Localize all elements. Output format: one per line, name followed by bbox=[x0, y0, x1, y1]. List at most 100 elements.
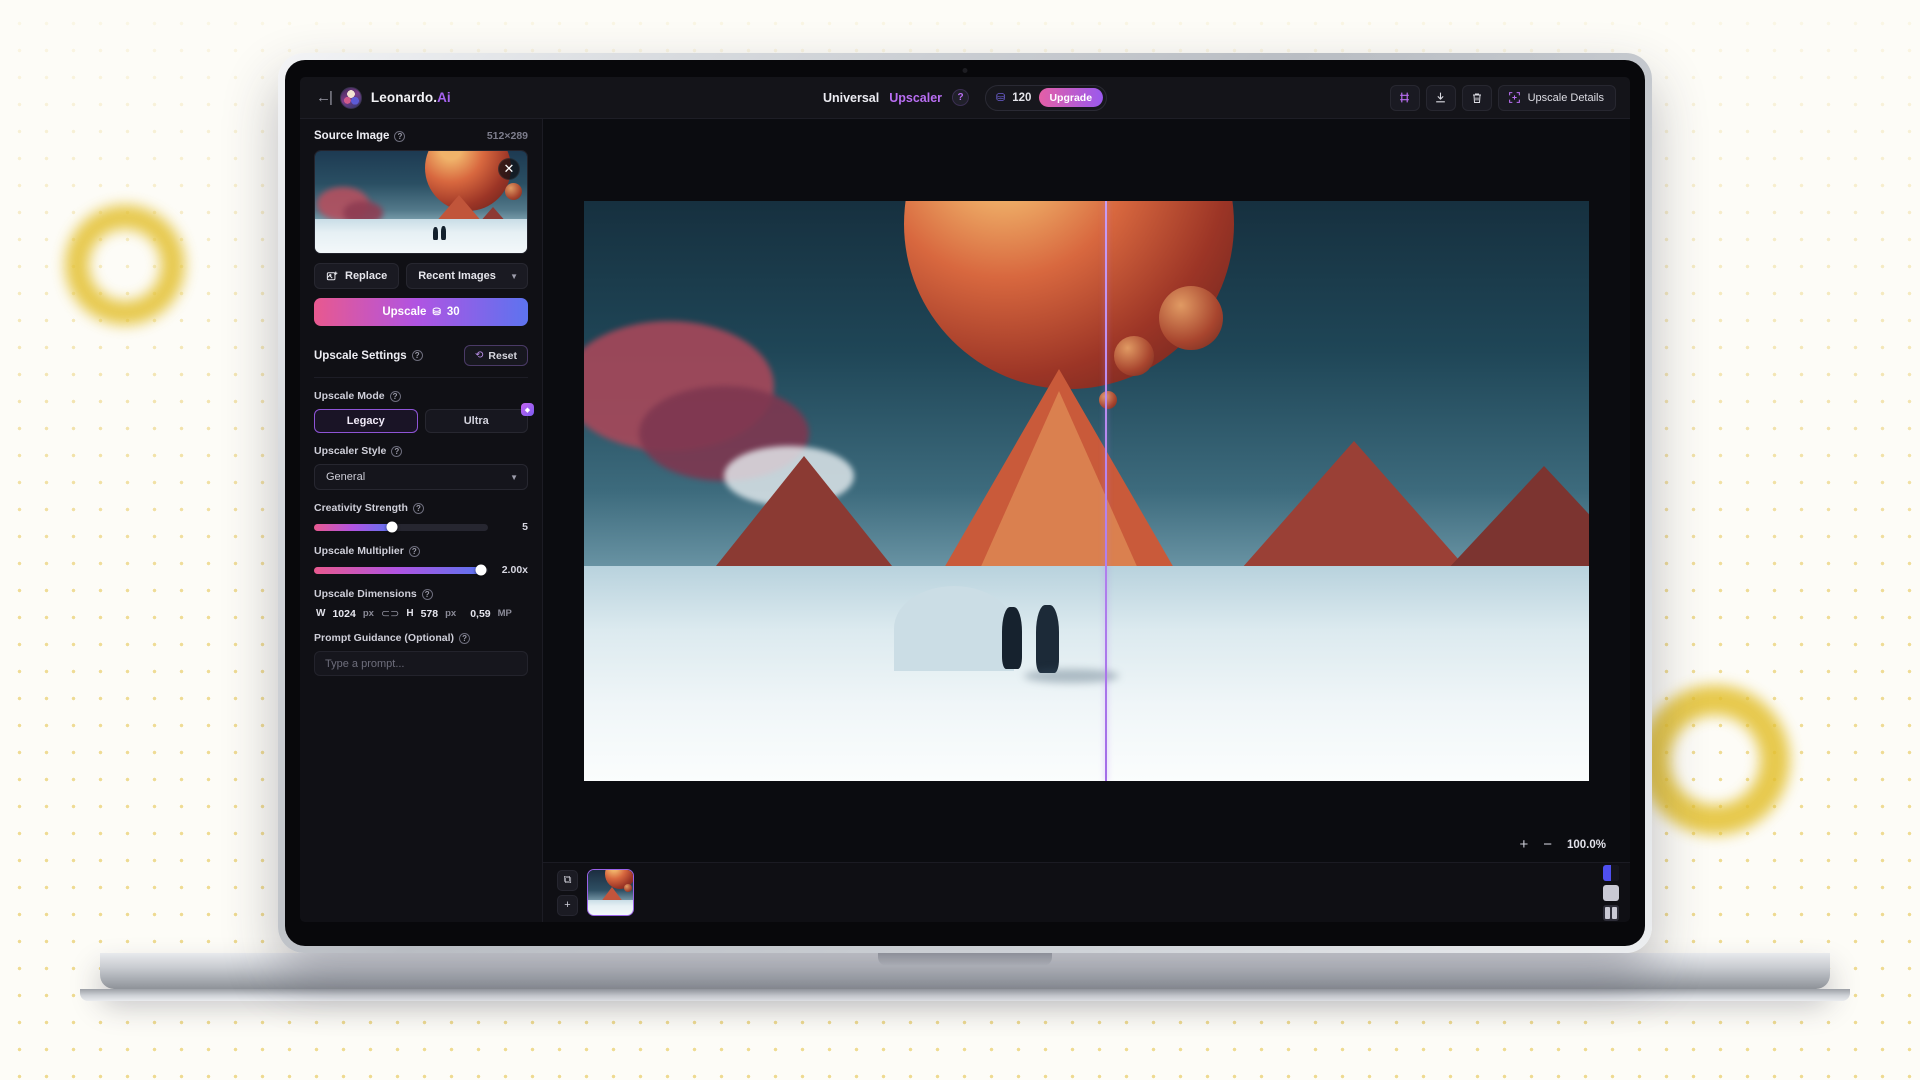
header-title-group: Universal Upscaler ? ⛁ 120 Upgrade bbox=[823, 84, 1108, 111]
page-title-accent: Upscaler bbox=[889, 90, 943, 105]
laptop-foot bbox=[80, 989, 1850, 1001]
upscale-dimensions-row: W 1024 px ⊂⊃ H 578 px 0,59 MP bbox=[314, 607, 528, 621]
coins-icon: ⛁ bbox=[432, 306, 441, 318]
source-image-thumbnail[interactable]: ✕ bbox=[314, 150, 528, 254]
megapixels-unit: MP bbox=[497, 608, 512, 619]
info-icon[interactable]: ? bbox=[421, 588, 433, 600]
zoom-out-button[interactable]: − bbox=[1543, 837, 1552, 852]
upscale-mode-field: Upscale Mode ? Legacy Ultra ◆ bbox=[314, 390, 534, 433]
source-image-title-group: Source Image ? bbox=[314, 130, 406, 142]
upscale-details-label: Upscale Details bbox=[1527, 91, 1604, 104]
close-icon[interactable]: ✕ bbox=[498, 158, 520, 180]
width-key: W bbox=[316, 608, 326, 619]
upscale-multiplier-label: Upscale Multiplier bbox=[314, 545, 404, 557]
chevron-down-icon: ▼ bbox=[510, 271, 518, 281]
replace-row: Replace Recent Images ▼ bbox=[314, 263, 528, 289]
back-arrow-icon[interactable]: ←| bbox=[316, 89, 333, 106]
upscale-settings-header: Upscale Settings ? ⟲ Reset bbox=[314, 345, 528, 366]
app-screen: ←| Leonardo.Ai Universal Upscaler ? ⛁ 12… bbox=[300, 77, 1630, 922]
height-value[interactable]: 578 bbox=[421, 608, 439, 620]
info-icon[interactable]: ? bbox=[389, 390, 401, 402]
source-image-title: Source Image bbox=[314, 130, 390, 142]
reset-icon: ⟲ bbox=[475, 350, 484, 361]
trash-icon[interactable] bbox=[1461, 84, 1492, 111]
view-grid-button[interactable] bbox=[1603, 904, 1619, 921]
upscaler-style-label-group: Upscaler Style ? bbox=[314, 445, 528, 457]
chevron-down-icon: ▼ bbox=[510, 472, 518, 482]
preview-artwork bbox=[584, 200, 1589, 781]
zoom-in-button[interactable]: + bbox=[1519, 837, 1528, 852]
recent-images-label: Recent Images bbox=[418, 270, 496, 282]
prompt-guidance-label-group: Prompt Guidance (Optional) ? bbox=[314, 632, 528, 644]
upscale-mode-ultra[interactable]: Ultra bbox=[424, 409, 528, 433]
prompt-input[interactable] bbox=[314, 651, 528, 676]
upscale-preview-image[interactable] bbox=[584, 200, 1589, 781]
flux-icon[interactable] bbox=[1389, 84, 1420, 111]
upscale-multiplier-slider[interactable] bbox=[314, 564, 488, 576]
canvas-area: + − 100.0% ⧉ + bbox=[543, 119, 1630, 922]
compare-tool-icon[interactable]: ⧉ bbox=[557, 869, 578, 891]
info-icon[interactable]: ? bbox=[411, 350, 423, 361]
upscale-mode-legacy[interactable]: Legacy bbox=[314, 409, 418, 433]
coins-icon: ⛁ bbox=[996, 92, 1006, 104]
upscale-mode-label-group: Upscale Mode ? bbox=[314, 390, 528, 402]
download-icon[interactable] bbox=[1425, 84, 1456, 111]
info-icon[interactable]: ? bbox=[412, 502, 424, 514]
laptop-bezel: ←| Leonardo.Ai Universal Upscaler ? ⛁ 12… bbox=[285, 60, 1645, 946]
view-mode-buttons bbox=[1603, 864, 1619, 921]
creativity-strength-label-group: Creativity Strength ? bbox=[314, 502, 528, 514]
brand-block[interactable]: ←| Leonardo.Ai bbox=[300, 86, 451, 109]
slider-handle[interactable] bbox=[475, 564, 487, 576]
replace-button[interactable]: Replace bbox=[314, 263, 400, 289]
upscaler-style-dropdown[interactable]: General ▼ bbox=[314, 464, 528, 490]
info-icon[interactable]: ? bbox=[459, 632, 471, 644]
image-plus-icon bbox=[326, 271, 338, 280]
view-single-button[interactable] bbox=[1603, 884, 1619, 901]
credit-count: 120 bbox=[1012, 91, 1032, 104]
info-icon[interactable]: ? bbox=[394, 130, 406, 142]
upscale-cost: 30 bbox=[446, 306, 460, 318]
link-icon[interactable]: ⊂⊃ bbox=[381, 607, 399, 620]
creativity-strength-slider-row: 5 bbox=[314, 521, 528, 533]
megapixels-value: 0,59 bbox=[470, 607, 491, 620]
width-value[interactable]: 1024 bbox=[332, 608, 355, 620]
zoom-controls: + − 100.0% bbox=[1519, 837, 1606, 852]
upscale-details-button[interactable]: Upscale Details bbox=[1497, 84, 1616, 111]
divider bbox=[314, 377, 528, 378]
info-icon[interactable]: ? bbox=[408, 545, 420, 557]
filmstrip-thumbnail[interactable] bbox=[587, 869, 634, 916]
upgrade-button[interactable]: Upgrade bbox=[1038, 88, 1104, 107]
brand-suffix: Ai bbox=[437, 90, 451, 105]
laptop-notch bbox=[878, 953, 1052, 966]
source-image-header: Source Image ? 512×289 bbox=[314, 130, 528, 142]
width-unit: px bbox=[362, 608, 374, 619]
zoom-level-value: 100.0% bbox=[1566, 838, 1606, 851]
decorative-ring-left bbox=[65, 205, 185, 325]
canvas-stage[interactable]: + − 100.0% bbox=[543, 119, 1630, 862]
avatar[interactable] bbox=[339, 86, 362, 109]
recent-images-dropdown[interactable]: Recent Images ▼ bbox=[406, 263, 528, 289]
upscale-settings-title-group: Upscale Settings ? bbox=[314, 350, 423, 362]
settings-sidebar: Source Image ? 512×289 ✕ Replace Recent … bbox=[300, 119, 543, 922]
upscale-multiplier-field: Upscale Multiplier ? 2.00x bbox=[314, 545, 528, 576]
reset-button[interactable]: ⟲ Reset bbox=[464, 345, 528, 366]
slider-handle[interactable] bbox=[386, 521, 398, 533]
upscaler-style-field: Upscaler Style ? General ▼ bbox=[314, 445, 528, 490]
comparison-divider-handle[interactable] bbox=[1104, 200, 1107, 781]
brand-prefix: Leonardo bbox=[370, 90, 434, 105]
info-icon[interactable]: ? bbox=[391, 445, 403, 457]
brand-name: Leonardo.Ai bbox=[371, 90, 451, 105]
creativity-strength-slider[interactable] bbox=[314, 521, 488, 533]
add-image-tool-icon[interactable]: + bbox=[557, 894, 578, 916]
header-actions: Upscale Details bbox=[1389, 84, 1616, 111]
credits-pill[interactable]: ⛁ 120 Upgrade bbox=[985, 84, 1108, 111]
upscale-multiplier-slider-row: 2.00x bbox=[314, 564, 528, 576]
upscale-button[interactable]: Upscale ⛁ 30 bbox=[314, 298, 528, 326]
app-topbar: ←| Leonardo.Ai Universal Upscaler ? ⛁ 12… bbox=[300, 77, 1630, 119]
reset-label: Reset bbox=[488, 349, 517, 362]
prompt-guidance-field: Prompt Guidance (Optional) ? bbox=[314, 632, 528, 676]
upscale-multiplier-label-group: Upscale Multiplier ? bbox=[314, 545, 528, 557]
upscaler-style-label: Upscaler Style bbox=[314, 445, 387, 457]
help-icon[interactable]: ? bbox=[952, 89, 970, 106]
view-split-button[interactable] bbox=[1603, 864, 1619, 881]
